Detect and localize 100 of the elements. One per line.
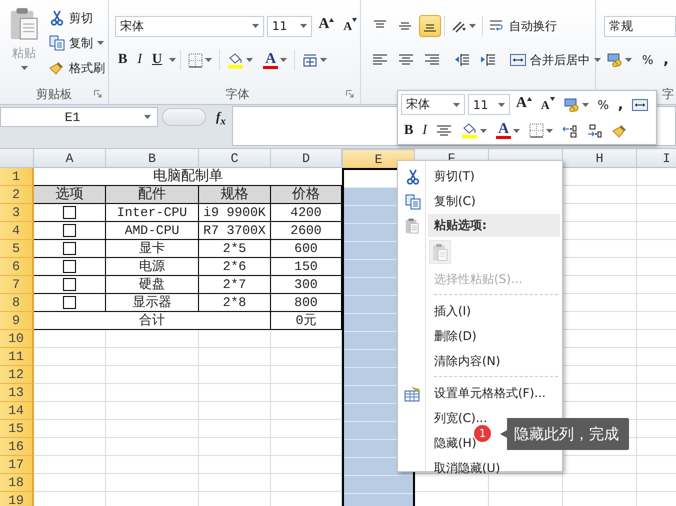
row-header[interactable]: 12 <box>0 366 34 384</box>
row-header[interactable]: 5 <box>0 240 34 258</box>
font-size-dropdown[interactable]: 11 <box>267 16 312 36</box>
insert-function-button[interactable]: f$_{x}$ <box>216 109 226 128</box>
sheet-cell[interactable] <box>106 384 199 402</box>
row-header[interactable]: 15 <box>0 420 34 438</box>
row-header[interactable]: 6 <box>0 258 34 276</box>
sheet-cell[interactable] <box>106 348 199 366</box>
row-header[interactable]: 16 <box>0 438 34 456</box>
bold-button[interactable]: B <box>401 120 416 142</box>
menu-item[interactable]: 插入(I) <box>398 299 562 324</box>
sheet-cell[interactable] <box>106 402 199 420</box>
row-header[interactable]: 4 <box>0 222 34 240</box>
sheet-cell[interactable] <box>106 456 199 474</box>
sheet-cell[interactable] <box>34 474 106 492</box>
sheet-cell[interactable] <box>34 402 106 420</box>
format-painter-button[interactable]: 格式刷 <box>48 57 106 79</box>
sheet-cell[interactable] <box>199 348 271 366</box>
italic-button[interactable]: I <box>134 49 146 71</box>
menu-item[interactable]: 复制(C) <box>398 189 562 214</box>
row-header[interactable]: 1 <box>0 168 34 186</box>
sheet-cell[interactable] <box>563 474 637 492</box>
row-header[interactable]: 13 <box>0 384 34 402</box>
number-format-dropdown[interactable]: 常规 <box>604 16 676 36</box>
sheet-cell[interactable] <box>199 438 271 456</box>
sheet-cell[interactable] <box>199 456 271 474</box>
sheet-cell[interactable] <box>34 384 106 402</box>
wrap-text-button[interactable]: 自动换行 <box>486 15 560 37</box>
row-header[interactable]: 7 <box>0 276 34 294</box>
row-header[interactable]: 2 <box>0 186 34 204</box>
sheet-cell[interactable] <box>106 420 199 438</box>
checkbox[interactable] <box>63 242 76 255</box>
underline-button[interactable]: U <box>149 49 166 71</box>
row-header[interactable]: 10 <box>0 330 34 348</box>
sheet-cell[interactable] <box>106 366 199 384</box>
table-cell: i9 9900K <box>199 204 271 222</box>
cut-button[interactable]: 剪切 <box>48 7 106 29</box>
percent-button[interactable]: % <box>639 49 656 71</box>
column-header[interactable]: A <box>34 149 106 168</box>
merge-center-button[interactable]: 合并后居中 <box>507 49 604 71</box>
column-header[interactable]: B <box>106 149 199 168</box>
menu-item[interactable]: 设置单元格格式(F)... <box>398 381 562 406</box>
menu-item[interactable]: 清除内容(N) <box>398 349 562 374</box>
comma-button[interactable]: , <box>614 94 626 116</box>
row-header[interactable]: 11 <box>0 348 34 366</box>
shrink-font-button[interactable]: A <box>340 15 360 37</box>
sheet-cell[interactable] <box>199 384 271 402</box>
sheet-cell[interactable] <box>199 474 271 492</box>
row-header[interactable]: 19 <box>0 492 34 506</box>
row-header[interactable]: 17 <box>0 456 34 474</box>
column-header[interactable]: D <box>271 149 342 168</box>
menu-item[interactable]: 取消隐藏(U) <box>398 456 562 481</box>
sheet-cell[interactable] <box>34 420 106 438</box>
vertical-align-button[interactable] <box>419 15 441 37</box>
grow-font-button[interactable]: A <box>513 94 535 116</box>
checkbox[interactable] <box>63 224 76 237</box>
sheet-cell[interactable] <box>199 402 271 420</box>
sheet-cell[interactable] <box>106 438 199 456</box>
column-header[interactable]: I <box>637 149 676 168</box>
italic-button[interactable]: I <box>419 120 430 142</box>
dialog-launcher-icon[interactable] <box>346 90 354 98</box>
checkbox[interactable] <box>63 206 76 219</box>
sheet-cell[interactable] <box>34 456 106 474</box>
row-header[interactable]: 8 <box>0 294 34 312</box>
font-color-button[interactable]: A <box>260 49 290 71</box>
copy-button[interactable]: 复制 <box>48 32 106 54</box>
menu-item[interactable]: 删除(D) <box>398 324 562 349</box>
table-cell: AMD-CPU <box>106 222 199 240</box>
select-all-corner[interactable] <box>0 149 34 168</box>
sheet-cell[interactable] <box>34 348 106 366</box>
row-header[interactable]: 9 <box>0 312 34 330</box>
name-box[interactable]: E1 <box>0 107 158 127</box>
bold-button[interactable]: B <box>115 49 130 71</box>
shrink-font-button[interactable]: A <box>538 94 558 116</box>
row-header[interactable]: 14 <box>0 402 34 420</box>
sheet-cell[interactable] <box>199 366 271 384</box>
checkbox[interactable] <box>63 296 76 309</box>
font-name-dropdown[interactable]: 宋体 <box>401 94 465 115</box>
sheet-cell[interactable] <box>34 438 106 456</box>
grow-font-button[interactable]: A <box>315 15 338 37</box>
column-header[interactable]: H <box>563 149 637 168</box>
sheet-cell[interactable] <box>106 474 199 492</box>
sheet-cell[interactable] <box>34 366 106 384</box>
comma-button[interactable]: , <box>660 49 672 71</box>
row-header[interactable]: 3 <box>0 204 34 222</box>
dialog-launcher-icon[interactable] <box>94 90 102 98</box>
font-name-dropdown[interactable]: 宋体 <box>115 16 264 36</box>
font-color-button[interactable]: A <box>493 120 524 142</box>
percent-button[interactable]: % <box>594 94 612 116</box>
sheet-cell[interactable] <box>489 474 563 492</box>
checkbox[interactable] <box>63 260 76 273</box>
sheet-cell[interactable] <box>199 420 271 438</box>
font-size-dropdown[interactable]: 11 <box>468 94 510 115</box>
column-header[interactable]: C <box>199 149 271 168</box>
expand-handle[interactable] <box>162 108 206 126</box>
caret-icon <box>20 66 28 70</box>
scissors-icon <box>405 168 421 184</box>
row-header[interactable]: 18 <box>0 474 34 492</box>
checkbox[interactable] <box>63 278 76 291</box>
angled-text-icon <box>451 19 467 33</box>
